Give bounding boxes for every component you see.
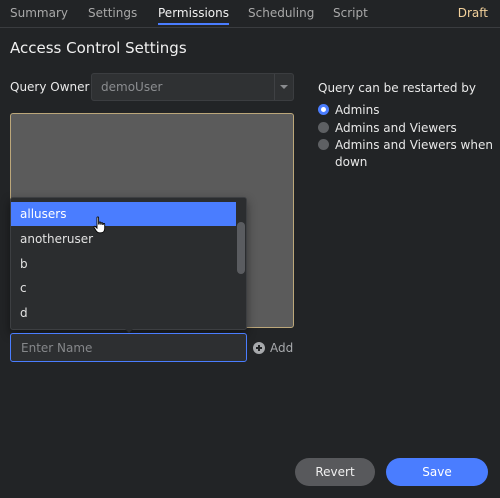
dropdown-item-b[interactable]: b: [11, 252, 237, 276]
permissions-screen: Summary Settings Permissions Scheduling …: [0, 0, 500, 498]
dropdown-item-c[interactable]: c: [11, 276, 237, 300]
radio-button-checked[interactable]: [318, 104, 329, 115]
user-suggestions-dropdown: allusers anotheruser b c d: [10, 197, 247, 330]
tab-settings[interactable]: Settings: [88, 6, 137, 20]
save-button[interactable]: Save: [386, 458, 488, 486]
owner-select-arrow[interactable]: [274, 74, 293, 100]
tab-bar: Summary Settings Permissions Scheduling …: [0, 0, 500, 28]
page-title: Access Control Settings: [10, 39, 187, 57]
enter-name-input[interactable]: [10, 333, 247, 362]
dropdown-item-d[interactable]: d: [11, 301, 237, 325]
dropdown-scrollbar[interactable]: [236, 198, 246, 329]
scrollbar-thumb[interactable]: [237, 222, 245, 274]
radio-button[interactable]: [318, 122, 329, 133]
dropdown-item-anotheruser[interactable]: anotheruser: [11, 227, 237, 251]
radio-label-admins-and-viewers-when-down: Admins and Viewers when down: [335, 138, 493, 169]
tab-scheduling[interactable]: Scheduling: [248, 6, 314, 20]
tab-summary[interactable]: Summary: [10, 6, 68, 20]
dropdown-item-allusers[interactable]: allusers: [11, 202, 237, 226]
radio-label-admins: Admins: [335, 103, 380, 117]
add-button-label: Add: [270, 341, 294, 355]
revert-button[interactable]: Revert: [295, 458, 375, 486]
add-user-button[interactable]: Add: [253, 340, 293, 356]
hand-cursor-icon: [93, 216, 106, 234]
query-owner-label: Query Owner: [10, 80, 90, 94]
restart-permission-label: Query can be restarted by: [318, 81, 477, 95]
tab-script[interactable]: Script: [333, 6, 368, 20]
plus-circle-icon: [253, 342, 265, 354]
draft-status: Draft: [457, 6, 488, 20]
radio-label-admins-and-viewers: Admins and Viewers: [335, 121, 457, 135]
radio-admins-and-viewers-when-down[interactable]: Admins and Viewers when down: [318, 137, 495, 171]
chevron-down-icon: [280, 85, 288, 89]
tab-permissions[interactable]: Permissions: [158, 6, 229, 25]
query-owner-select[interactable]: demoUser: [91, 73, 294, 101]
radio-admins-and-viewers[interactable]: Admins and Viewers: [318, 120, 495, 137]
query-owner-value: demoUser: [101, 80, 163, 94]
radio-button[interactable]: [318, 139, 329, 150]
radio-admins[interactable]: Admins: [318, 102, 495, 119]
